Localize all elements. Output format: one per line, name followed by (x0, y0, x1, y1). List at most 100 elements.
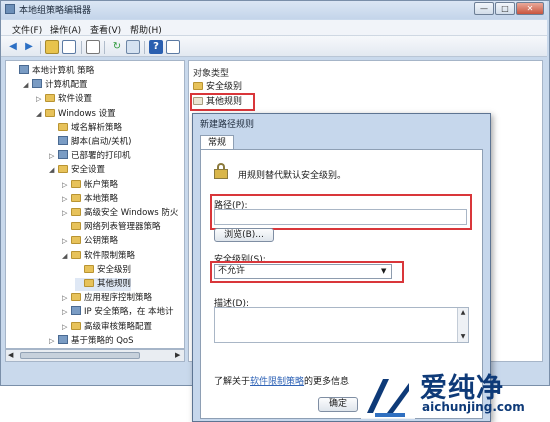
app-icon (5, 4, 15, 14)
scroll-right-icon[interactable]: ▶ (175, 351, 180, 359)
tree-item-label: 安全设置 (71, 165, 106, 176)
tree-item-label: 高级审核策略配置 (84, 321, 153, 332)
close-button[interactable]: ✕ (516, 2, 544, 15)
tree-item-label: 已部署的打印机 (71, 151, 131, 162)
script-icon (58, 136, 68, 145)
tree-item[interactable]: 其他规则 (75, 278, 132, 291)
toolbar-separator (144, 41, 145, 54)
forward-icon[interactable]: ▶ (22, 40, 36, 54)
tree-item[interactable]: ▷ 公钥策略 (62, 235, 118, 248)
tree-item[interactable]: ▷ 帐户策略 (62, 179, 118, 192)
tree-item[interactable]: 网络列表管理器策略 (62, 221, 161, 234)
show-hide-tree-icon[interactable] (62, 40, 76, 54)
toolbar-separator (104, 41, 105, 54)
folder-icon (84, 279, 94, 287)
collapsed-arrow-icon[interactable]: ▷ (36, 93, 45, 106)
description-scrollbar[interactable]: ▲ ▼ (457, 308, 468, 342)
expanded-arrow-icon[interactable]: ◢ (36, 108, 45, 121)
collapsed-arrow-icon[interactable]: ▷ (62, 207, 71, 220)
scroll-thumb[interactable] (20, 352, 140, 359)
expanded-arrow-icon[interactable]: ◢ (49, 164, 58, 177)
maximize-button[interactable]: □ (495, 2, 515, 15)
up-folder-icon[interactable] (45, 40, 59, 54)
collapsed-arrow-icon[interactable]: ▷ (49, 150, 58, 163)
scroll-down-icon[interactable]: ▼ (458, 332, 468, 342)
refresh-icon[interactable]: ↻ (110, 40, 124, 54)
dialog-title: 新建路径规则 (200, 120, 255, 130)
tree-item[interactable]: ▷ 软件设置 (36, 93, 92, 106)
collapsed-arrow-icon[interactable]: ▷ (49, 335, 58, 348)
tree-item-label: 其他规则 (97, 279, 132, 289)
collapsed-arrow-icon[interactable]: ▷ (62, 321, 71, 334)
learn-more-link[interactable]: 软件限制策略 (250, 377, 304, 387)
view-icon[interactable] (166, 40, 180, 54)
tree-item-label: 高级安全 Windows 防火 (84, 208, 179, 218)
scroll-left-icon[interactable]: ◀ (8, 351, 13, 359)
watermark-url: aichunjing.com (422, 400, 525, 414)
tree-item[interactable]: ▷ 应用程序控制策略 (62, 292, 152, 305)
folder-icon (193, 82, 203, 90)
folder-icon (71, 179, 81, 188)
folder-icon (71, 208, 81, 216)
tree-item[interactable]: ◢ 计算机配置 (23, 79, 88, 92)
help-icon[interactable]: ? (149, 40, 163, 54)
tree-item[interactable]: ▷ 高级审核策略配置 (62, 321, 152, 334)
menu-action[interactable]: 操作(A) (50, 23, 81, 36)
tree-item[interactable]: ▷ 基于策略的 QoS (49, 334, 134, 348)
highlight-box (190, 93, 255, 111)
tree-item[interactable]: ▷ IP 安全策略，在 本地计 (62, 306, 174, 319)
expanded-arrow-icon[interactable]: ◢ (62, 250, 71, 263)
minimize-button[interactable]: — (474, 2, 494, 15)
ok-button[interactable]: 确定 (318, 397, 358, 412)
tree-item-label: 域名解析策略 (71, 122, 123, 133)
menu-bar (1, 20, 547, 36)
export-list-icon[interactable] (126, 40, 140, 54)
folder-icon (84, 264, 94, 273)
description-textarea[interactable] (214, 307, 469, 343)
tree-item[interactable]: ◢ 安全设置 (49, 164, 105, 177)
tree-item-label: 网络列表管理器策略 (84, 222, 161, 233)
scroll-up-icon[interactable]: ▲ (458, 308, 468, 318)
tree-item[interactable]: 脚本(启动/关机) (49, 136, 132, 149)
folder-icon (71, 193, 81, 202)
collapsed-arrow-icon[interactable]: ▷ (62, 179, 71, 192)
tree-horizontal-scrollbar[interactable]: ◀ ▶ (5, 349, 185, 362)
toolbar-separator (81, 41, 82, 54)
tree-item-label: 本地策略 (84, 193, 119, 204)
folder-icon (71, 236, 81, 245)
folder-icon (71, 250, 81, 259)
folder-icon (45, 94, 55, 103)
collapsed-arrow-icon[interactable]: ▷ (62, 235, 71, 248)
folder-icon (71, 293, 81, 302)
tree-item[interactable]: ◢ 软件限制策略 (62, 250, 135, 263)
list-item-security-levels[interactable]: 安全级别 (193, 80, 242, 94)
tree-item-label: 计算机配置 (45, 80, 88, 91)
tree-item-label: 公钥策略 (84, 236, 119, 247)
tree-item[interactable]: ▷ 高级安全 Windows 防火 (62, 207, 178, 220)
collapsed-arrow-icon[interactable]: ▷ (62, 306, 71, 319)
browse-button[interactable]: 浏览(B)... (214, 228, 274, 242)
lock-icon (214, 163, 228, 179)
column-header-object-type[interactable]: 对象类型 (193, 66, 229, 79)
tree-item[interactable]: 本地计算机 策略 (10, 65, 94, 78)
folder-icon (71, 321, 81, 330)
menu-help[interactable]: 帮助(H) (130, 23, 162, 36)
expanded-arrow-icon[interactable]: ◢ (23, 79, 32, 92)
back-icon[interactable]: ◀ (6, 40, 20, 54)
tree-item-label: Windows 设置 (58, 108, 116, 119)
tree-item[interactable]: ◢ Windows 设置 (36, 108, 116, 121)
tree-item[interactable]: 安全级别 (75, 264, 131, 277)
menu-file[interactable]: 文件(F) (12, 23, 42, 36)
properties-icon[interactable] (86, 40, 100, 54)
collapsed-arrow-icon[interactable]: ▷ (62, 292, 71, 305)
tree-item[interactable]: 域名解析策略 (49, 122, 122, 135)
tree-item[interactable]: ▷ 已部署的打印机 (49, 150, 131, 163)
printer-icon (58, 150, 68, 160)
menu-view[interactable]: 查看(V) (90, 23, 121, 36)
collapsed-arrow-icon[interactable]: ▷ (62, 193, 71, 206)
tab-general[interactable]: 常规 (200, 135, 234, 150)
tree-item-label: 帐户策略 (84, 179, 119, 190)
tree-item[interactable]: ▷ 本地策略 (62, 193, 118, 206)
tree-item-label: 软件设置 (58, 94, 93, 105)
folder-icon (58, 122, 68, 131)
